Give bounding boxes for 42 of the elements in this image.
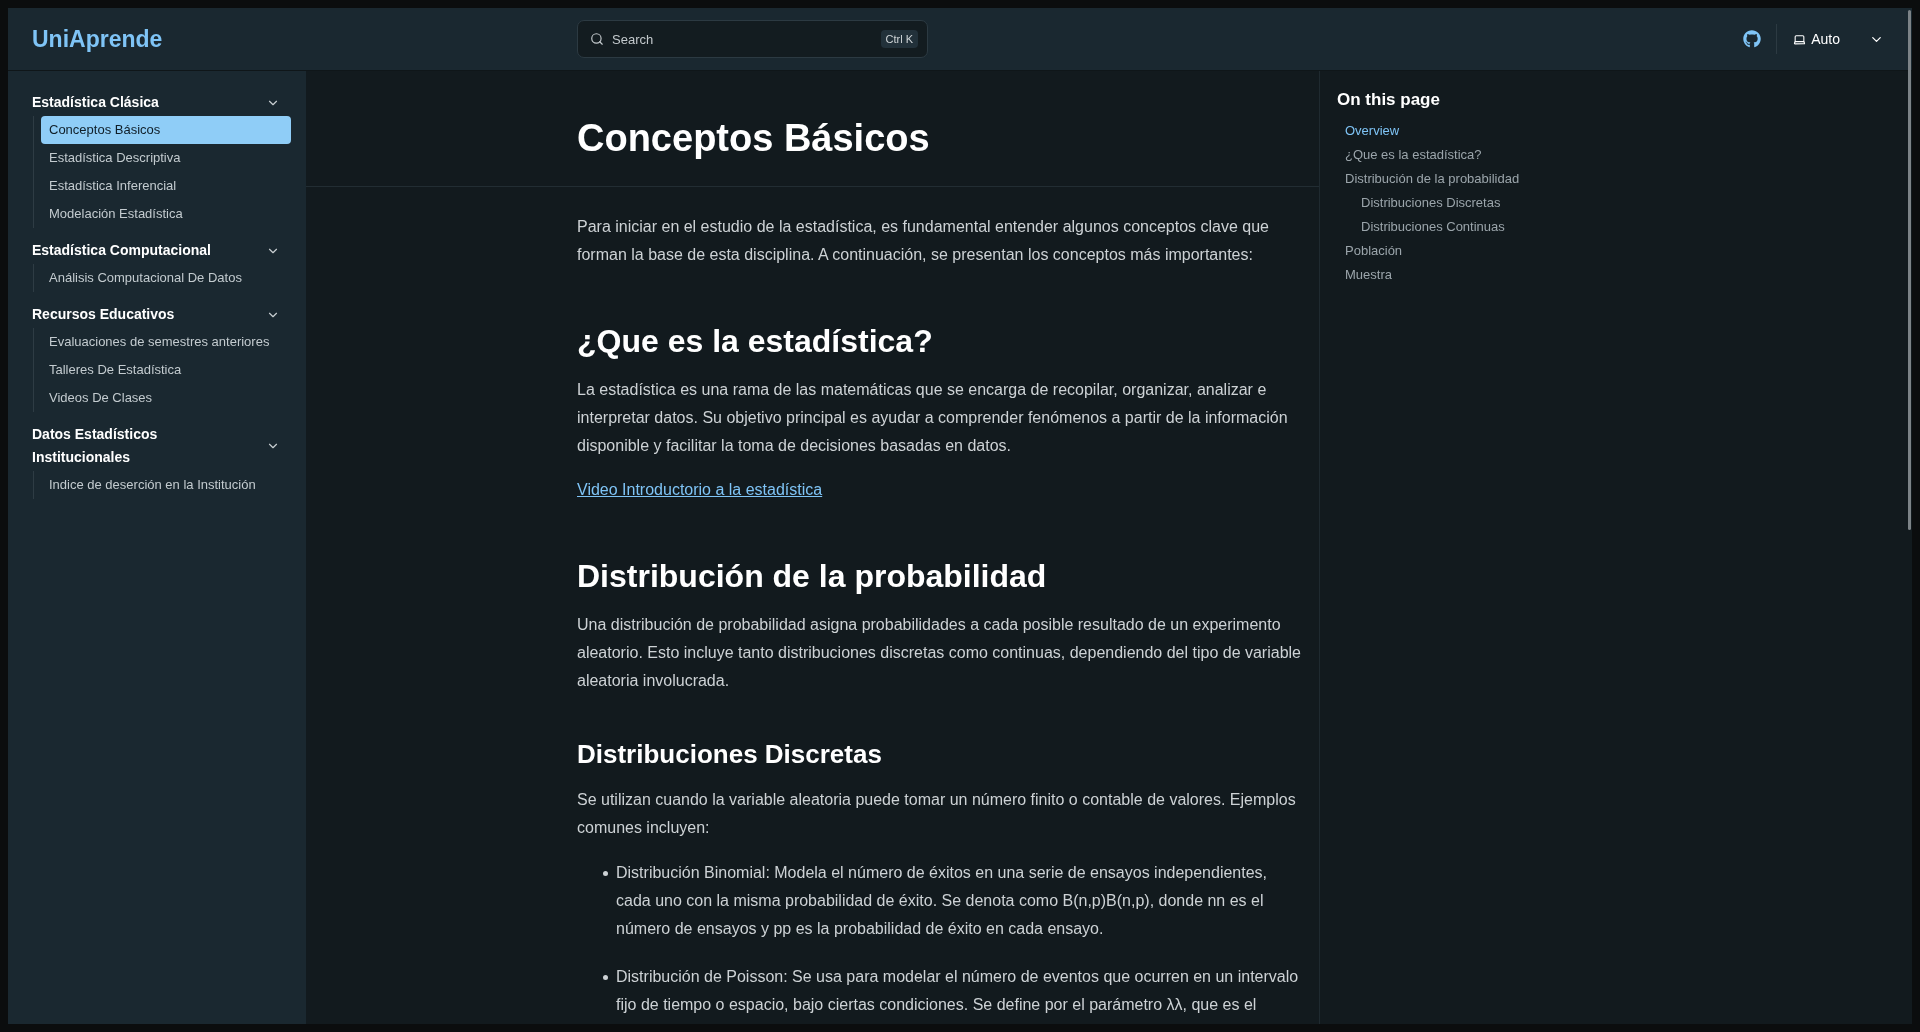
sidebar-item[interactable]: Videos De Clases — [41, 384, 291, 412]
site-logo[interactable]: UniAprende — [32, 25, 163, 53]
section-heading: ¿Que es la estadística? — [577, 322, 934, 361]
toc-link[interactable]: Muestra — [1345, 263, 1392, 287]
theme-select[interactable]: Auto — [1793, 31, 1884, 47]
scrollbar-thumb[interactable] — [1908, 10, 1911, 530]
section-heading: Distribución de la probabilidad — [577, 557, 1048, 596]
toc-link[interactable]: Población — [1345, 239, 1403, 263]
laptop-icon — [1793, 32, 1807, 46]
paragraph: Una distribución de probabilidad asigna probabilidades a cada posible resultado de un experimento aleatorio. Esto incluye tanto distribuciones discretas como continuas, dependiendo del tipo de variable aleatoria involucrada. — [577, 615, 1302, 691]
toc-link[interactable]: ¿Que es la estadística? — [1345, 143, 1482, 167]
sidebar-item[interactable]: Talleres De Estadística — [41, 356, 291, 384]
shortcut-key: Ctrl K — [880, 30, 918, 48]
bullet-text: Distribución Binomial: Modela el número de éxitos en una serie de ensayos independientes, cada uno con la misma probabilidad de éxito. Se denota como B(n,p)B(n,p), donde nn es el número de ensayos y pp es la probabilidad de éxito en cada ensayo. — [616, 863, 1269, 939]
github-icon[interactable] — [1743, 30, 1762, 48]
sidebar-group-toggle[interactable]: Recursos Educativos — [32, 303, 291, 326]
paragraph: Se utilizan cuando la variable aleatoria puede tomar un número finito o contable de valores. Ejemplos comunes incluyen: — [577, 790, 1297, 838]
paragraph: La estadística es una rama de las matemáticas que se encarga de recopilar, organizar, analizar e interpretar datos. Su objetivo principal es ayudar a comprender fenómenos a partir de la información disponible y facilitar la toma de decisiones basadas en datos. — [577, 380, 1289, 456]
page-title: Conceptos Básicos — [577, 116, 931, 161]
search-icon — [590, 32, 604, 46]
bullet-icon — [603, 975, 608, 980]
text-link[interactable]: Video Introductorio a la estadística — [577, 481, 823, 498]
sidebar-item[interactable]: Indice de deserción en la Institución — [41, 471, 291, 499]
toc-link[interactable]: Distribuciones Discretas — [1361, 191, 1501, 215]
search-button[interactable]: Search Ctrl K — [577, 20, 928, 58]
sidebar-item[interactable]: Estadística Inferencial — [41, 172, 291, 200]
bullet-icon — [603, 871, 608, 876]
sidebar-item[interactable]: Estadística Descriptiva — [41, 144, 291, 172]
sidebar-item[interactable]: Análisis Computacional De Datos — [41, 264, 291, 292]
sidebar-item[interactable]: Modelación Estadística — [41, 200, 291, 228]
paragraph: Para iniciar en el estudio de la estadística, es fundamental entender algunos conceptos clave que forman la base de esta disciplina. A continuación, se presentan los conceptos más importantes: — [577, 217, 1270, 265]
sidebar-group-toggle[interactable]: Estadística Clásica — [32, 91, 291, 114]
sidebar-item[interactable]: Conceptos Básicos — [41, 116, 291, 144]
sidebar-group-toggle[interactable]: Estadística Computacional — [32, 239, 291, 262]
subsection-heading: Distribuciones Discretas — [577, 738, 883, 771]
toc-link[interactable]: Distribuciones Continuas — [1361, 215, 1505, 239]
bullet-text: Distribución de Poisson: Se usa para modelar el número de eventos que ocurren en un intervalo fijo de tiempo o espacio, bajo ciertas condiciones. Se define por el parámetro λλ, que es el — [616, 967, 1300, 1015]
toc-link[interactable]: Overview — [1345, 119, 1400, 143]
sidebar-item[interactable]: Evaluaciones de semestres anteriores — [41, 328, 291, 356]
toc-link[interactable]: Distribución de la probabilidad — [1345, 167, 1520, 191]
sidebar-group-toggle[interactable]: Datos Estadísticos Institucionales — [32, 423, 291, 469]
toc-title: On this page — [1337, 89, 1441, 111]
